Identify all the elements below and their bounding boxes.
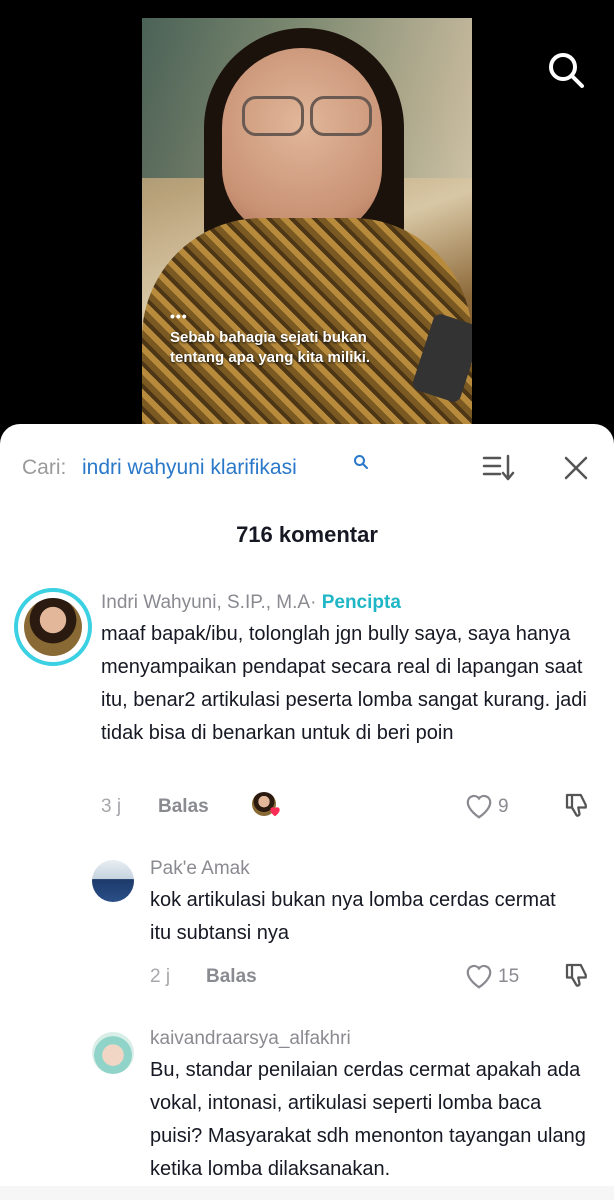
comment-count: 716 komentar [236,522,378,547]
comments-sheet: Cari: indri wahyuni klarifikasi 716 kome… [0,424,614,1200]
heart-icon[interactable] [464,792,494,820]
video-caption: Sebab bahagia sejati bukan tentang apa y… [170,329,371,366]
comment-time: 2 j [150,966,171,987]
creator-badge: Pencipta [321,592,401,613]
heart-icon[interactable] [464,962,494,990]
comment-text: kok artikulasi bukan nya lomba cerdas ce… [150,889,556,944]
glasses-right [310,96,372,136]
glasses-left [242,96,304,136]
comment-time: 3 j [101,796,122,817]
like-count: 15 [498,966,520,987]
comment-text: maaf bapak/ibu, tolonglah jgn bully saya… [101,623,587,744]
search-icon[interactable] [353,454,369,470]
sort-icon[interactable] [482,454,516,482]
comment-author[interactable]: Pak'e Amak [150,858,250,880]
close-icon[interactable] [562,454,590,482]
batik-shirt [142,218,472,428]
thumbs-down-icon[interactable] [562,790,592,820]
search-label: Cari: [22,456,67,479]
reply-button[interactable]: Balas [206,966,257,988]
video-frame[interactable]: ••• Sebab bahagia sejati bukan tentang a… [142,18,472,428]
heart-icon [268,804,282,818]
video-player[interactable]: ••• Sebab bahagia sejati bukan tentang a… [0,0,614,440]
search-bar: Cari: indri wahyuni klarifikasi [0,424,614,510]
thumbs-down-icon[interactable] [562,960,592,990]
like-count: 9 [498,796,509,817]
avatar[interactable] [92,1032,134,1074]
bottom-bar [0,1186,614,1200]
search-query-link[interactable]: indri wahyuni klarifikasi [82,456,297,480]
search-icon[interactable] [546,50,586,90]
avatar[interactable] [14,588,92,666]
comment-item: Indri Wahyuni, S.IP., M.A· Pencipta maaf… [0,584,614,824]
avatar[interactable] [92,860,134,902]
comment-item: Pak'e Amak kok artikulasi bukan nya lomb… [0,852,614,1002]
reply-button[interactable]: Balas [158,796,209,818]
person-face [222,48,382,238]
caption-dots: ••• [170,308,188,324]
comment-text: Bu, standar penilaian cerdas cermat apak… [150,1059,586,1180]
comment-item: kaivandraarsya_alfakhri Bu, standar peni… [0,1024,614,1194]
comment-author[interactable]: kaivandraarsya_alfakhri [150,1028,351,1050]
comment-author[interactable]: Indri Wahyuni, S.IP., M.A· Pencipta [101,592,401,614]
